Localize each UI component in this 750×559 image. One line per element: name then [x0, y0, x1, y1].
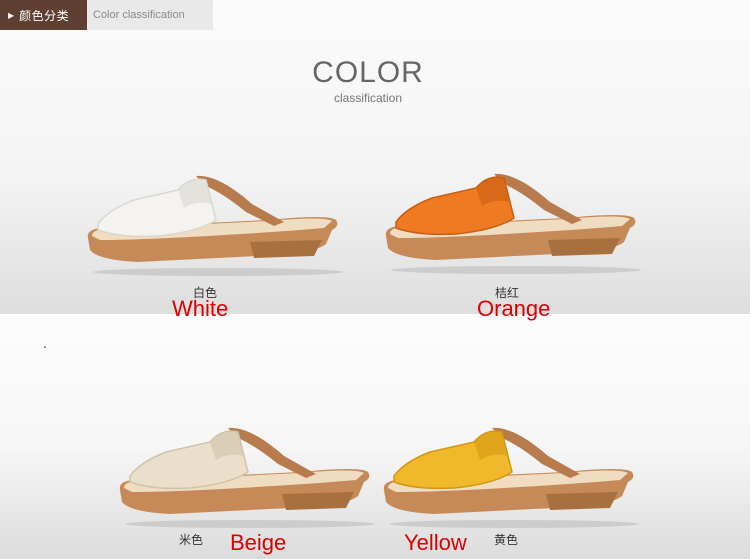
sandal-image-yellow[interactable] — [374, 412, 654, 532]
section-subtitle: Color classification — [87, 0, 213, 30]
color-label-en-yellow: Yellow — [404, 530, 467, 555]
sandal-image-beige[interactable] — [110, 412, 390, 532]
dust-dot — [44, 346, 46, 348]
sandal-image-orange[interactable] — [376, 158, 656, 278]
color-label-cn-yellow: 黄色 — [493, 533, 518, 547]
page-title: COLOR — [312, 56, 424, 89]
color-category-tag: ▶ 颜色分类 — [0, 0, 87, 30]
color-label-en-white: White — [172, 296, 229, 321]
sandal-image-white[interactable] — [78, 160, 358, 280]
color-label-cn-beige: 米色 — [178, 533, 203, 547]
tag-label: 颜色分类 — [19, 8, 70, 23]
arrow-right-icon: ▶ — [8, 10, 15, 20]
color-label-en-orange: Orange — [477, 296, 551, 321]
page-subtitle: classification — [333, 91, 403, 105]
color-label-en-beige: Beige — [230, 530, 287, 555]
